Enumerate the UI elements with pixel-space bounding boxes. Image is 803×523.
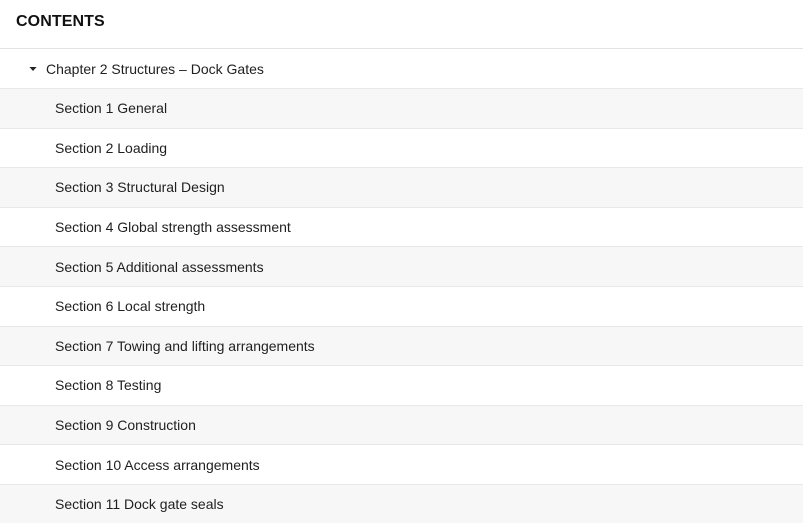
- section-label: Section 6 Local strength: [55, 298, 206, 315]
- section-label: Section 3 Structural Design: [55, 179, 225, 196]
- section-item-9[interactable]: Section 9 Construction: [0, 405, 803, 446]
- section-item-10[interactable]: Section 10 Access arrangements: [0, 445, 803, 485]
- section-label: Section 9 Construction: [55, 417, 196, 434]
- section-label: Section 2 Loading: [55, 139, 168, 156]
- section-item-8[interactable]: Section 8 Testing: [0, 366, 803, 406]
- section-item-1[interactable]: Section 1 General: [0, 89, 803, 129]
- section-item-4[interactable]: Section 4 Global strength assessment: [0, 207, 803, 248]
- contents-header: CONTENTS: [0, 0, 803, 49]
- contents-title: CONTENTS: [16, 12, 105, 30]
- chapter-label: Chapter 2 Structures – Dock Gates: [46, 60, 264, 77]
- caret-down-icon[interactable]: [28, 64, 38, 74]
- section-item-3[interactable]: Section 3 Structural Design: [0, 168, 803, 208]
- section-item-5[interactable]: Section 5 Additional assessments: [0, 247, 803, 287]
- section-label: Section 8 Testing: [55, 377, 162, 394]
- section-label: Section 11 Dock gate seals: [55, 496, 224, 513]
- section-label: Section 4 Global strength assessment: [55, 219, 291, 236]
- section-label: Section 7 Towing and lifting arrangement…: [55, 337, 315, 354]
- section-item-11[interactable]: Section 11 Dock gate seals: [0, 484, 803, 523]
- section-item-7[interactable]: Section 7 Towing and lifting arrangement…: [0, 326, 803, 367]
- chapter-2-toggle[interactable]: Chapter 2 Structures – Dock Gates: [0, 49, 803, 89]
- section-list: Section 1 General Section 2 Loading Sect…: [0, 89, 803, 523]
- section-item-2[interactable]: Section 2 Loading: [0, 128, 803, 169]
- section-label: Section 10 Access arrangements: [55, 456, 260, 473]
- section-item-6[interactable]: Section 6 Local strength: [0, 286, 803, 327]
- section-label: Section 5 Additional assessments: [55, 258, 264, 275]
- contents-panel: CONTENTS Chapter 2 Structures – Dock Gat…: [0, 0, 803, 523]
- section-label: Section 1 General: [55, 100, 168, 117]
